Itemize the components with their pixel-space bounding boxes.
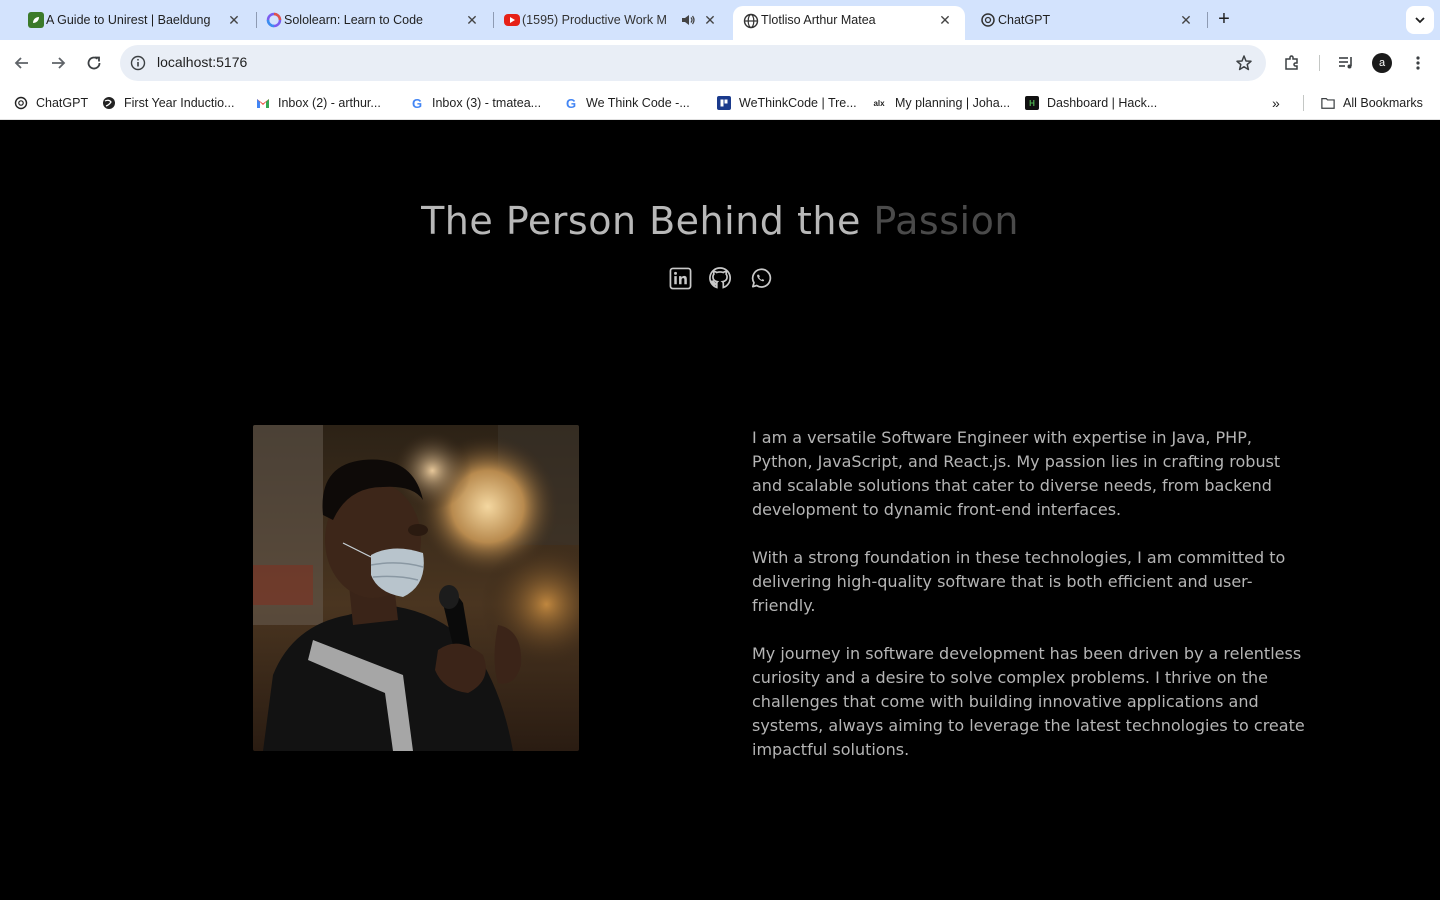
- gmail-icon: [256, 96, 270, 110]
- bookmark-label: Inbox (2) - arthur...: [278, 96, 381, 110]
- browser-toolbar: localhost:5176: [0, 40, 1440, 86]
- about-paragraph: My journey in software development has b…: [752, 644, 1305, 759]
- back-button[interactable]: [10, 51, 34, 75]
- google-icon: G: [565, 95, 577, 111]
- arrow-left-icon: [14, 57, 28, 69]
- extensions-icon[interactable]: [1280, 51, 1304, 75]
- address-bar[interactable]: localhost:5176: [120, 45, 1266, 81]
- tab-chatgpt[interactable]: ChatGPT ✕: [970, 0, 1206, 40]
- youtube-icon: [504, 14, 520, 26]
- about-paragraph: With a strong foundation in these techno…: [752, 548, 1286, 615]
- dashboard-icon: H: [1025, 96, 1039, 110]
- tab-title: Tlotliso Arthur Matea: [761, 13, 876, 27]
- forward-button[interactable]: [46, 51, 70, 75]
- google-icon: G: [411, 95, 423, 111]
- bookmark-label: WeThinkCode | Tre...: [739, 96, 857, 110]
- close-icon[interactable]: ✕: [702, 12, 718, 28]
- arrow-right-icon: [52, 57, 66, 69]
- reload-button[interactable]: [82, 51, 106, 75]
- bookmark-inbox[interactable]: G Inbox (3) - tmatea...: [410, 95, 541, 111]
- tab-title: Sololearn: Learn to Code: [284, 13, 423, 27]
- tab-strip: A Guide to Unirest | Baeldung ✕ Sololear…: [0, 0, 1440, 40]
- close-icon[interactable]: ✕: [1178, 12, 1194, 28]
- close-icon[interactable]: ✕: [464, 12, 480, 28]
- bookmark-label: ChatGPT: [36, 96, 89, 110]
- bookmark-label: Dashboard | Hack...: [1047, 96, 1158, 110]
- star-icon[interactable]: [1234, 53, 1254, 73]
- globe-icon: [102, 96, 116, 110]
- bookmark-gmail[interactable]: Inbox (2) - arthur...: [256, 95, 381, 111]
- tab-search-button[interactable]: [1406, 6, 1434, 34]
- media-control-icon[interactable]: [1334, 51, 1358, 75]
- folder-icon: [1321, 96, 1335, 110]
- tab-portfolio[interactable]: Tlotliso Arthur Matea ✕: [733, 6, 965, 40]
- bookmarks-divider: [1303, 95, 1304, 111]
- tab-baeldung[interactable]: A Guide to Unirest | Baeldung ✕: [18, 0, 254, 40]
- tab-divider: [1207, 12, 1208, 28]
- about-section: The Person Behind the Passion I am a ver…: [0, 121, 1440, 900]
- all-bookmarks-button[interactable]: All Bookmarks: [1321, 95, 1423, 111]
- tab-sololearn[interactable]: Sololearn: Learn to Code ✕: [256, 0, 492, 40]
- reload-icon: [87, 56, 101, 70]
- new-tab-button[interactable]: +: [1212, 8, 1236, 32]
- whatsapp-icon[interactable]: [748, 266, 772, 290]
- more-vert-icon[interactable]: [1406, 51, 1430, 75]
- close-icon[interactable]: ✕: [226, 12, 242, 28]
- tab-title: ChatGPT: [998, 13, 1051, 27]
- trello-icon: [717, 96, 731, 110]
- info-icon[interactable]: [128, 53, 148, 73]
- toolbar-divider: [1319, 55, 1320, 71]
- bookmark-trello[interactable]: WeThinkCode | Tre...: [717, 95, 857, 111]
- github-icon[interactable]: [708, 266, 732, 290]
- title-main: The Person Behind the: [421, 199, 874, 243]
- chatgpt-icon: [980, 12, 996, 28]
- tab-title: A Guide to Unirest | Baeldung: [46, 13, 211, 27]
- about-paragraph: I am a versatile Software Engineer with …: [752, 428, 1281, 519]
- more-bookmarks-button[interactable]: »: [1272, 95, 1288, 111]
- bookmark-first-year[interactable]: First Year Inductio...: [102, 95, 234, 111]
- bookmark-label: My planning | Joha...: [895, 96, 1011, 110]
- social-links: [668, 266, 772, 290]
- page-title: The Person Behind the Passion: [0, 199, 1440, 243]
- bookmark-hackathon[interactable]: H Dashboard | Hack...: [1025, 95, 1157, 111]
- bookmarks-bar: ChatGPT First Year Inductio... Inbox (2)…: [0, 86, 1440, 120]
- alx-icon: alx: [873, 98, 885, 108]
- linkedin-icon[interactable]: [668, 266, 692, 290]
- bookmark-chatgpt[interactable]: ChatGPT: [14, 95, 88, 111]
- bookmark-label: First Year Inductio...: [124, 96, 235, 110]
- url-text[interactable]: localhost:5176: [157, 54, 247, 70]
- about-text: I am a versatile Software Engineer with …: [752, 426, 1312, 786]
- tab-youtube[interactable]: (1595) Productive Work M ✕: [494, 0, 730, 40]
- profile-photo: [253, 425, 579, 751]
- all-bookmarks-label: All Bookmarks: [1343, 96, 1423, 110]
- chevron-down-icon: [1415, 17, 1425, 24]
- title-fade: Passion: [873, 199, 1019, 243]
- speaker-icon[interactable]: [680, 12, 696, 28]
- baeldung-icon: [28, 12, 44, 28]
- globe-icon: [743, 13, 759, 29]
- sololearn-icon: [266, 12, 282, 28]
- chatgpt-icon: [14, 96, 28, 110]
- tab-title: (1595) Productive Work M: [522, 13, 667, 27]
- bookmark-label: We Think Code -...: [586, 96, 690, 110]
- bookmark-wethinkcode[interactable]: G We Think Code -...: [564, 95, 690, 111]
- close-icon[interactable]: ✕: [937, 12, 953, 28]
- bookmark-label: Inbox (3) - tmatea...: [432, 96, 542, 110]
- profile-avatar[interactable]: a: [1372, 53, 1392, 73]
- bookmark-planning[interactable]: alx My planning | Joha...: [871, 95, 1010, 111]
